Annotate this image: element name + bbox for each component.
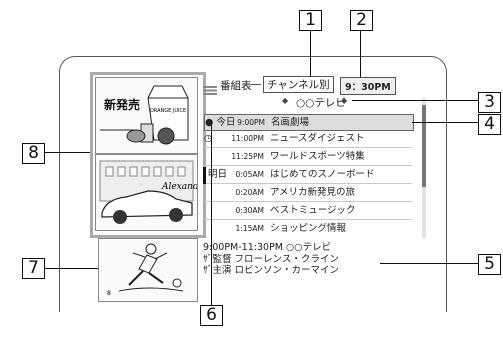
program-row[interactable]: 0:20AM アメリカ新発見の旅 xyxy=(204,185,412,202)
thumbnail-sports[interactable]: 8 xyxy=(98,238,198,302)
juice-carton-icon: ORANGE JUICE xyxy=(100,85,189,145)
scrollbar-thumb[interactable] xyxy=(422,105,426,187)
callout-line-2 xyxy=(360,30,362,77)
callout-5: 5 xyxy=(478,254,501,275)
channel-name: ○○テレビ xyxy=(296,97,346,109)
program-detail: 9:00PM-11:30PM ○○テレビ ｻﾞ監督 フローレンス・クライン ｻﾞ… xyxy=(203,242,339,277)
program-guide-label: 番組表 xyxy=(220,80,252,92)
program-row[interactable]: 11:25PM ワールドスポーツ特集 xyxy=(204,149,412,166)
callout-8: 8 xyxy=(22,143,45,164)
callout-7: 7 xyxy=(22,258,45,279)
program-title: アメリカ新発見の旅 xyxy=(270,187,356,198)
callout-line-1 xyxy=(310,30,312,77)
detail-time-channel: 9:00PM-11:30PM ○○テレビ xyxy=(203,242,332,253)
program-row[interactable]: 0:30AM ベストミュージック xyxy=(204,203,412,220)
program-title: ワールドスポーツ特集 xyxy=(270,151,365,162)
program-time: 9:00PM xyxy=(237,118,265,127)
program-time: 0:05AM xyxy=(235,170,264,179)
callout-4: 4 xyxy=(478,114,501,135)
program-title: ベストミュージック xyxy=(270,205,356,216)
callout-3: 3 xyxy=(478,92,501,113)
program-time: 0:30AM xyxy=(235,206,264,215)
movie-sign-text: Alexandra xyxy=(161,182,197,192)
program-time: 0:20AM xyxy=(235,188,264,197)
program-time: 11:00PM xyxy=(231,134,264,143)
date-group-bar xyxy=(203,167,206,184)
thumbnail-movie[interactable]: Alexandra xyxy=(95,154,198,231)
callout-line-6 xyxy=(211,120,213,305)
callout-line-8 xyxy=(42,152,90,154)
program-title: はじめてのスノーボード xyxy=(270,169,375,180)
sort-mode-button[interactable]: チャンネル別 xyxy=(263,76,334,93)
thumbnail-ad[interactable]: 新発売 ORANGE JUICE xyxy=(95,77,198,154)
program-title: 名画劇場 xyxy=(271,117,310,128)
detail-director: ｻﾞ監督 フローレンス・クライン xyxy=(203,253,339,265)
program-row[interactable]: 1:15AM ショッピング情報 xyxy=(204,221,412,237)
list-icon xyxy=(203,80,217,95)
callout-line-4 xyxy=(412,122,478,124)
program-row[interactable]: 明日 0:05AM はじめてのスノーボード xyxy=(204,167,412,184)
current-time: 9：30PM xyxy=(340,77,396,95)
header-connector xyxy=(251,84,261,85)
arrow-left-icon[interactable]: ◆ xyxy=(282,96,288,105)
program-time: 11:25PM xyxy=(231,152,264,161)
program-row[interactable]: ● 今日 9:00PM 名画劇場 xyxy=(204,114,414,131)
program-row[interactable]: ◷ 11:00PM ニュースダイジェスト xyxy=(204,131,412,148)
program-title: ショッピング情報 xyxy=(270,223,347,234)
program-time: 1:15AM xyxy=(235,224,264,233)
callout-6: 6 xyxy=(200,305,223,326)
program-title: ニュースダイジェスト xyxy=(270,133,365,144)
callout-line-7 xyxy=(42,268,98,270)
detail-cast: ｻﾞ主演 ロビンソン・カーマイン xyxy=(203,265,340,276)
soccer-player-icon: 8 xyxy=(107,243,184,297)
callout-1: 1 xyxy=(299,10,322,31)
player-number: 8 xyxy=(107,290,111,297)
callout-2: 2 xyxy=(350,10,373,31)
callout-line-3 xyxy=(352,100,478,102)
carton-text: ORANGE JUICE xyxy=(150,108,186,114)
callout-line-5 xyxy=(380,263,478,265)
car-building-icon: Alexandra xyxy=(99,160,197,224)
arrow-right-icon[interactable]: ◆ xyxy=(341,96,347,105)
